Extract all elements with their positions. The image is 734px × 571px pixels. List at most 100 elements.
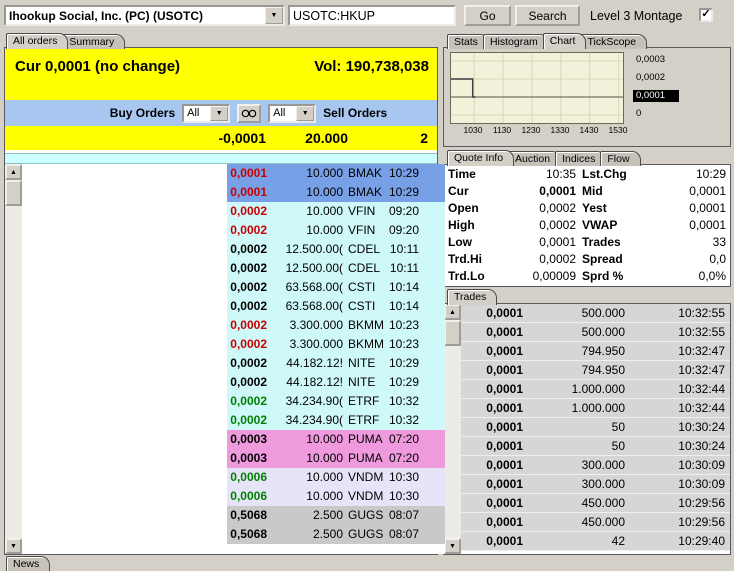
search-button[interactable]: Search — [515, 5, 580, 26]
order-time: 09:20 — [389, 202, 445, 221]
tab-news[interactable]: News — [6, 556, 50, 571]
trade-time: 10:32:55 — [625, 323, 730, 342]
scroll-down-button[interactable]: ▼ — [444, 538, 461, 554]
order-row[interactable]: 0,0002 12.500.00( CDEL 10:11 — [22, 259, 445, 278]
trade-row[interactable]: 0,0001 1.000.000 10:32:44 — [461, 380, 730, 399]
order-row[interactable]: 0,0002 10.000 VFIN 09:20 — [22, 202, 445, 221]
scroll-up-button[interactable]: ▲ — [444, 304, 461, 320]
order-size: 12.500.00( — [267, 240, 343, 259]
buy-side-empty — [22, 202, 227, 221]
order-row[interactable]: 0,0006 10.000 VNDM 10:30 — [22, 487, 445, 506]
orders-scrollbar[interactable]: ▲ ▼ — [5, 164, 22, 554]
quote-label: Sprd % — [576, 268, 640, 285]
tab-chart[interactable]: Chart — [543, 33, 587, 49]
x-tick-label: 1430 — [577, 125, 601, 135]
quote-value: 0,0 — [640, 251, 726, 268]
trade-size: 500.000 — [523, 304, 625, 323]
quote-row: Trd.Lo 0,00009 Sprd % 0,0% — [444, 268, 730, 285]
trade-row[interactable]: 0,0001 794.950 10:32:47 — [461, 361, 730, 380]
order-market-maker: VFIN — [343, 221, 389, 240]
tab-all-orders[interactable]: All orders — [6, 33, 68, 49]
trade-row[interactable]: 0,0001 450.000 10:29:56 — [461, 513, 730, 532]
order-row[interactable]: 0,5068 2.500 GUGS 08:07 — [22, 525, 445, 544]
symbol-select[interactable]: Ihookup Social, Inc. (PC) (USOTC) ▼ — [4, 5, 285, 26]
trade-row[interactable]: 0,0001 1.000.000 10:32:44 — [461, 399, 730, 418]
trade-row[interactable]: 0,0001 300.000 10:30:09 — [461, 475, 730, 494]
scroll-up-button[interactable]: ▲ — [5, 164, 22, 180]
symbol-select-value: Ihookup Social, Inc. (PC) (USOTC) — [6, 9, 265, 23]
order-market-maker: NITE — [343, 373, 389, 392]
order-price: 0,0002 — [227, 202, 267, 221]
quote-row: Cur 0,0001 Mid 0,0001 — [444, 183, 730, 200]
trade-time: 10:30:09 — [625, 456, 730, 475]
trades-scrollbar[interactable]: ▲ ▼ — [444, 304, 461, 554]
tab-summary[interactable]: Summary — [62, 34, 125, 49]
trade-row[interactable]: 0,0001 42 10:29:40 — [461, 532, 730, 551]
best-quote-count: 2 — [420, 130, 428, 146]
sell-filter-arrow-button[interactable]: ▼ — [296, 106, 314, 121]
order-row[interactable]: 0,0001 10.000 BMAK 10:29 — [22, 164, 445, 183]
sell-orders-label: Sell Orders — [323, 106, 387, 120]
sell-filter-select[interactable]: All ▼ — [268, 104, 316, 123]
scrollbar-track[interactable] — [5, 180, 22, 538]
link-filters-button[interactable] — [237, 104, 261, 123]
order-row[interactable]: 0,0002 63.568.00( CSTI 10:14 — [22, 297, 445, 316]
order-size: 10.000 — [267, 164, 343, 183]
order-row[interactable]: 0,0002 34.234.90( ETRF 10:32 — [22, 411, 445, 430]
trade-size: 500.000 — [523, 323, 625, 342]
order-row[interactable]: 0,0003 10.000 PUMA 07:20 — [22, 449, 445, 468]
best-quote-row: -0,0001 20.000 2 — [5, 126, 437, 150]
scrollbar-thumb[interactable] — [444, 320, 461, 346]
trade-row[interactable]: 0,0001 50 10:30:24 — [461, 418, 730, 437]
order-row[interactable]: 0,0006 10.000 VNDM 10:30 — [22, 468, 445, 487]
trade-row[interactable]: 0,0001 500.000 10:32:55 — [461, 304, 730, 323]
order-row[interactable]: 0,0002 44.182.12! NITE 10:29 — [22, 373, 445, 392]
buy-filter-value: All — [184, 107, 210, 119]
tab-tickscope[interactable]: TickScope — [580, 34, 647, 49]
order-market-maker: VNDM — [343, 487, 389, 506]
quote-value: 0,0002 — [498, 200, 576, 217]
order-time: 10:29 — [389, 373, 445, 392]
order-row[interactable]: 0,0002 44.182.12! NITE 10:29 — [22, 354, 445, 373]
quote-label: Cur — [448, 183, 498, 200]
scroll-down-button[interactable]: ▼ — [5, 538, 22, 554]
tab-histogram[interactable]: Histogram — [483, 34, 549, 49]
tab-trades[interactable]: Trades — [447, 289, 497, 305]
montage-checkbox[interactable]: ✓ — [699, 8, 713, 22]
y-tick-label: 0,0003 — [633, 54, 668, 66]
trade-row[interactable]: 0,0001 450.000 10:29:56 — [461, 494, 730, 513]
order-price: 0,0003 — [227, 430, 267, 449]
quote-row: Open 0,0002 Yest 0,0001 — [444, 200, 730, 217]
order-row[interactable]: 0,0002 3.300.000 BKMM 10:23 — [22, 335, 445, 354]
tab-auction[interactable]: Auction — [508, 151, 561, 166]
order-row[interactable]: 0,0002 10.000 VFIN 09:20 — [22, 221, 445, 240]
order-time: 10:14 — [389, 297, 445, 316]
trade-time: 10:29:40 — [625, 532, 730, 551]
order-row[interactable]: 0,0002 34.234.90( ETRF 10:32 — [22, 392, 445, 411]
order-size: 2.500 — [267, 506, 343, 525]
order-row[interactable]: 0,5068 2.500 GUGS 08:07 — [22, 506, 445, 525]
order-row[interactable]: 0,0003 10.000 PUMA 07:20 — [22, 430, 445, 449]
scrollbar-thumb[interactable] — [5, 180, 22, 206]
order-size: 63.568.00( — [267, 278, 343, 297]
trade-row[interactable]: 0,0001 500.000 10:32:55 — [461, 323, 730, 342]
tab-quote-info[interactable]: Quote Info — [447, 150, 514, 166]
tab-indices[interactable]: Indices — [555, 151, 606, 166]
trade-row[interactable]: 0,0001 300.000 10:30:09 — [461, 456, 730, 475]
trade-row[interactable]: 0,0001 794.950 10:32:47 — [461, 342, 730, 361]
symbol-input[interactable] — [288, 5, 456, 26]
symbol-select-arrow-button[interactable]: ▼ — [265, 7, 283, 24]
go-button[interactable]: Go — [464, 5, 511, 26]
sell-order-cells: 0,0002 63.568.00( CSTI 10:14 — [227, 278, 445, 297]
tab-flow[interactable]: Flow — [600, 151, 640, 166]
scroll-up-icon: ▲ — [449, 309, 456, 316]
order-row[interactable]: 0,0001 10.000 BMAK 10:29 — [22, 183, 445, 202]
trade-row[interactable]: 0,0001 50 10:30:24 — [461, 437, 730, 456]
quote-label: Spread — [576, 251, 640, 268]
order-row[interactable]: 0,0002 12.500.00( CDEL 10:11 — [22, 240, 445, 259]
buy-filter-select[interactable]: All ▼ — [182, 104, 230, 123]
scrollbar-track[interactable] — [444, 320, 461, 538]
order-row[interactable]: 0,0002 63.568.00( CSTI 10:14 — [22, 278, 445, 297]
order-row[interactable]: 0,0002 3.300.000 BKMM 10:23 — [22, 316, 445, 335]
buy-filter-arrow-button[interactable]: ▼ — [210, 106, 228, 121]
